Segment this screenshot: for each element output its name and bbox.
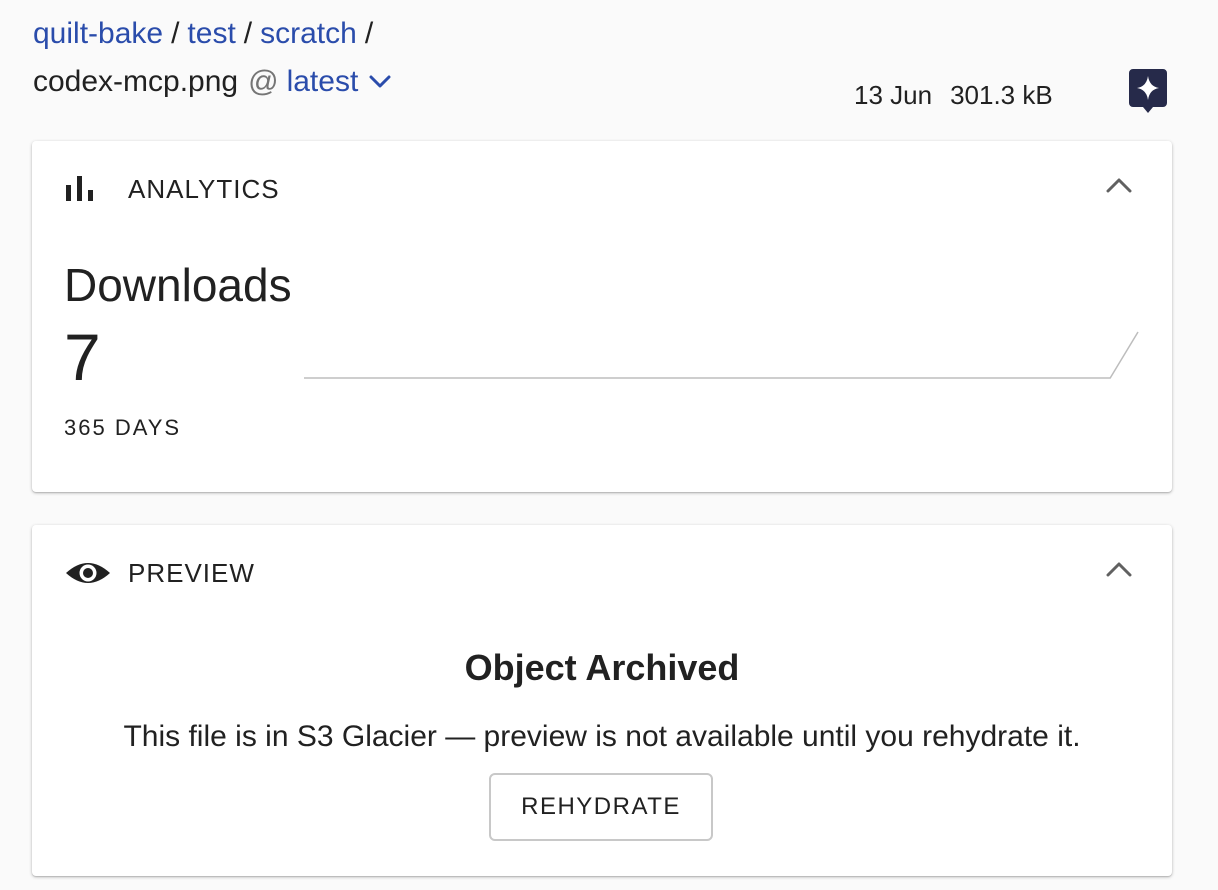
analytics-title: ANALYTICS bbox=[128, 174, 280, 204]
breadcrumb-link-bucket[interactable]: quilt-bake bbox=[33, 17, 163, 50]
sparkle-icon[interactable] bbox=[1129, 69, 1167, 113]
chevron-up-icon[interactable] bbox=[1106, 561, 1132, 577]
version-label: latest bbox=[286, 65, 359, 98]
breadcrumb-separator: / bbox=[243, 17, 253, 50]
version-at-sign: @ bbox=[248, 65, 279, 98]
rehydrate-button[interactable]: REHYDRATE bbox=[489, 773, 713, 841]
downloads-count: 7 bbox=[64, 320, 101, 394]
file-modified-date: 13 Jun bbox=[854, 80, 933, 110]
chevron-up-icon[interactable] bbox=[1106, 177, 1132, 193]
file-size: 301.3 kB bbox=[950, 80, 1053, 110]
breadcrumb-separator: / bbox=[171, 17, 180, 50]
preview-card: PREVIEW Object Archived This file is in … bbox=[32, 525, 1172, 876]
preview-header[interactable]: PREVIEW bbox=[32, 525, 1172, 619]
sparkline-series bbox=[304, 331, 1139, 379]
version-selector[interactable]: latest bbox=[287, 62, 393, 102]
analytics-header[interactable]: ANALYTICS bbox=[32, 141, 1172, 235]
file-title: codex-mcp.png @ latest bbox=[33, 62, 392, 102]
downloads-period: 365 DAYS bbox=[64, 415, 182, 440]
preview-title: PREVIEW bbox=[128, 558, 255, 588]
breadcrumb-link-test[interactable]: test bbox=[187, 17, 235, 50]
file-name: codex-mcp.png bbox=[33, 65, 239, 98]
breadcrumb: quilt-bake / test / scratch / bbox=[33, 14, 381, 54]
file-meta: 13 Jun 301.3 kB bbox=[854, 78, 1053, 112]
downloads-label: Downloads bbox=[64, 259, 292, 311]
chevron-down-icon bbox=[369, 75, 391, 88]
archived-heading: Object Archived bbox=[464, 647, 740, 688]
breadcrumb-link-scratch[interactable]: scratch bbox=[260, 17, 357, 50]
downloads-sparkline bbox=[304, 331, 1139, 379]
bar-chart-icon bbox=[66, 176, 93, 201]
archived-message: This file is in S3 Glacier — preview is … bbox=[123, 720, 1081, 753]
breadcrumb-separator: / bbox=[364, 17, 374, 50]
eye-icon bbox=[66, 563, 110, 583]
analytics-card: ANALYTICS Downloads 7 365 DAYS bbox=[32, 141, 1172, 492]
